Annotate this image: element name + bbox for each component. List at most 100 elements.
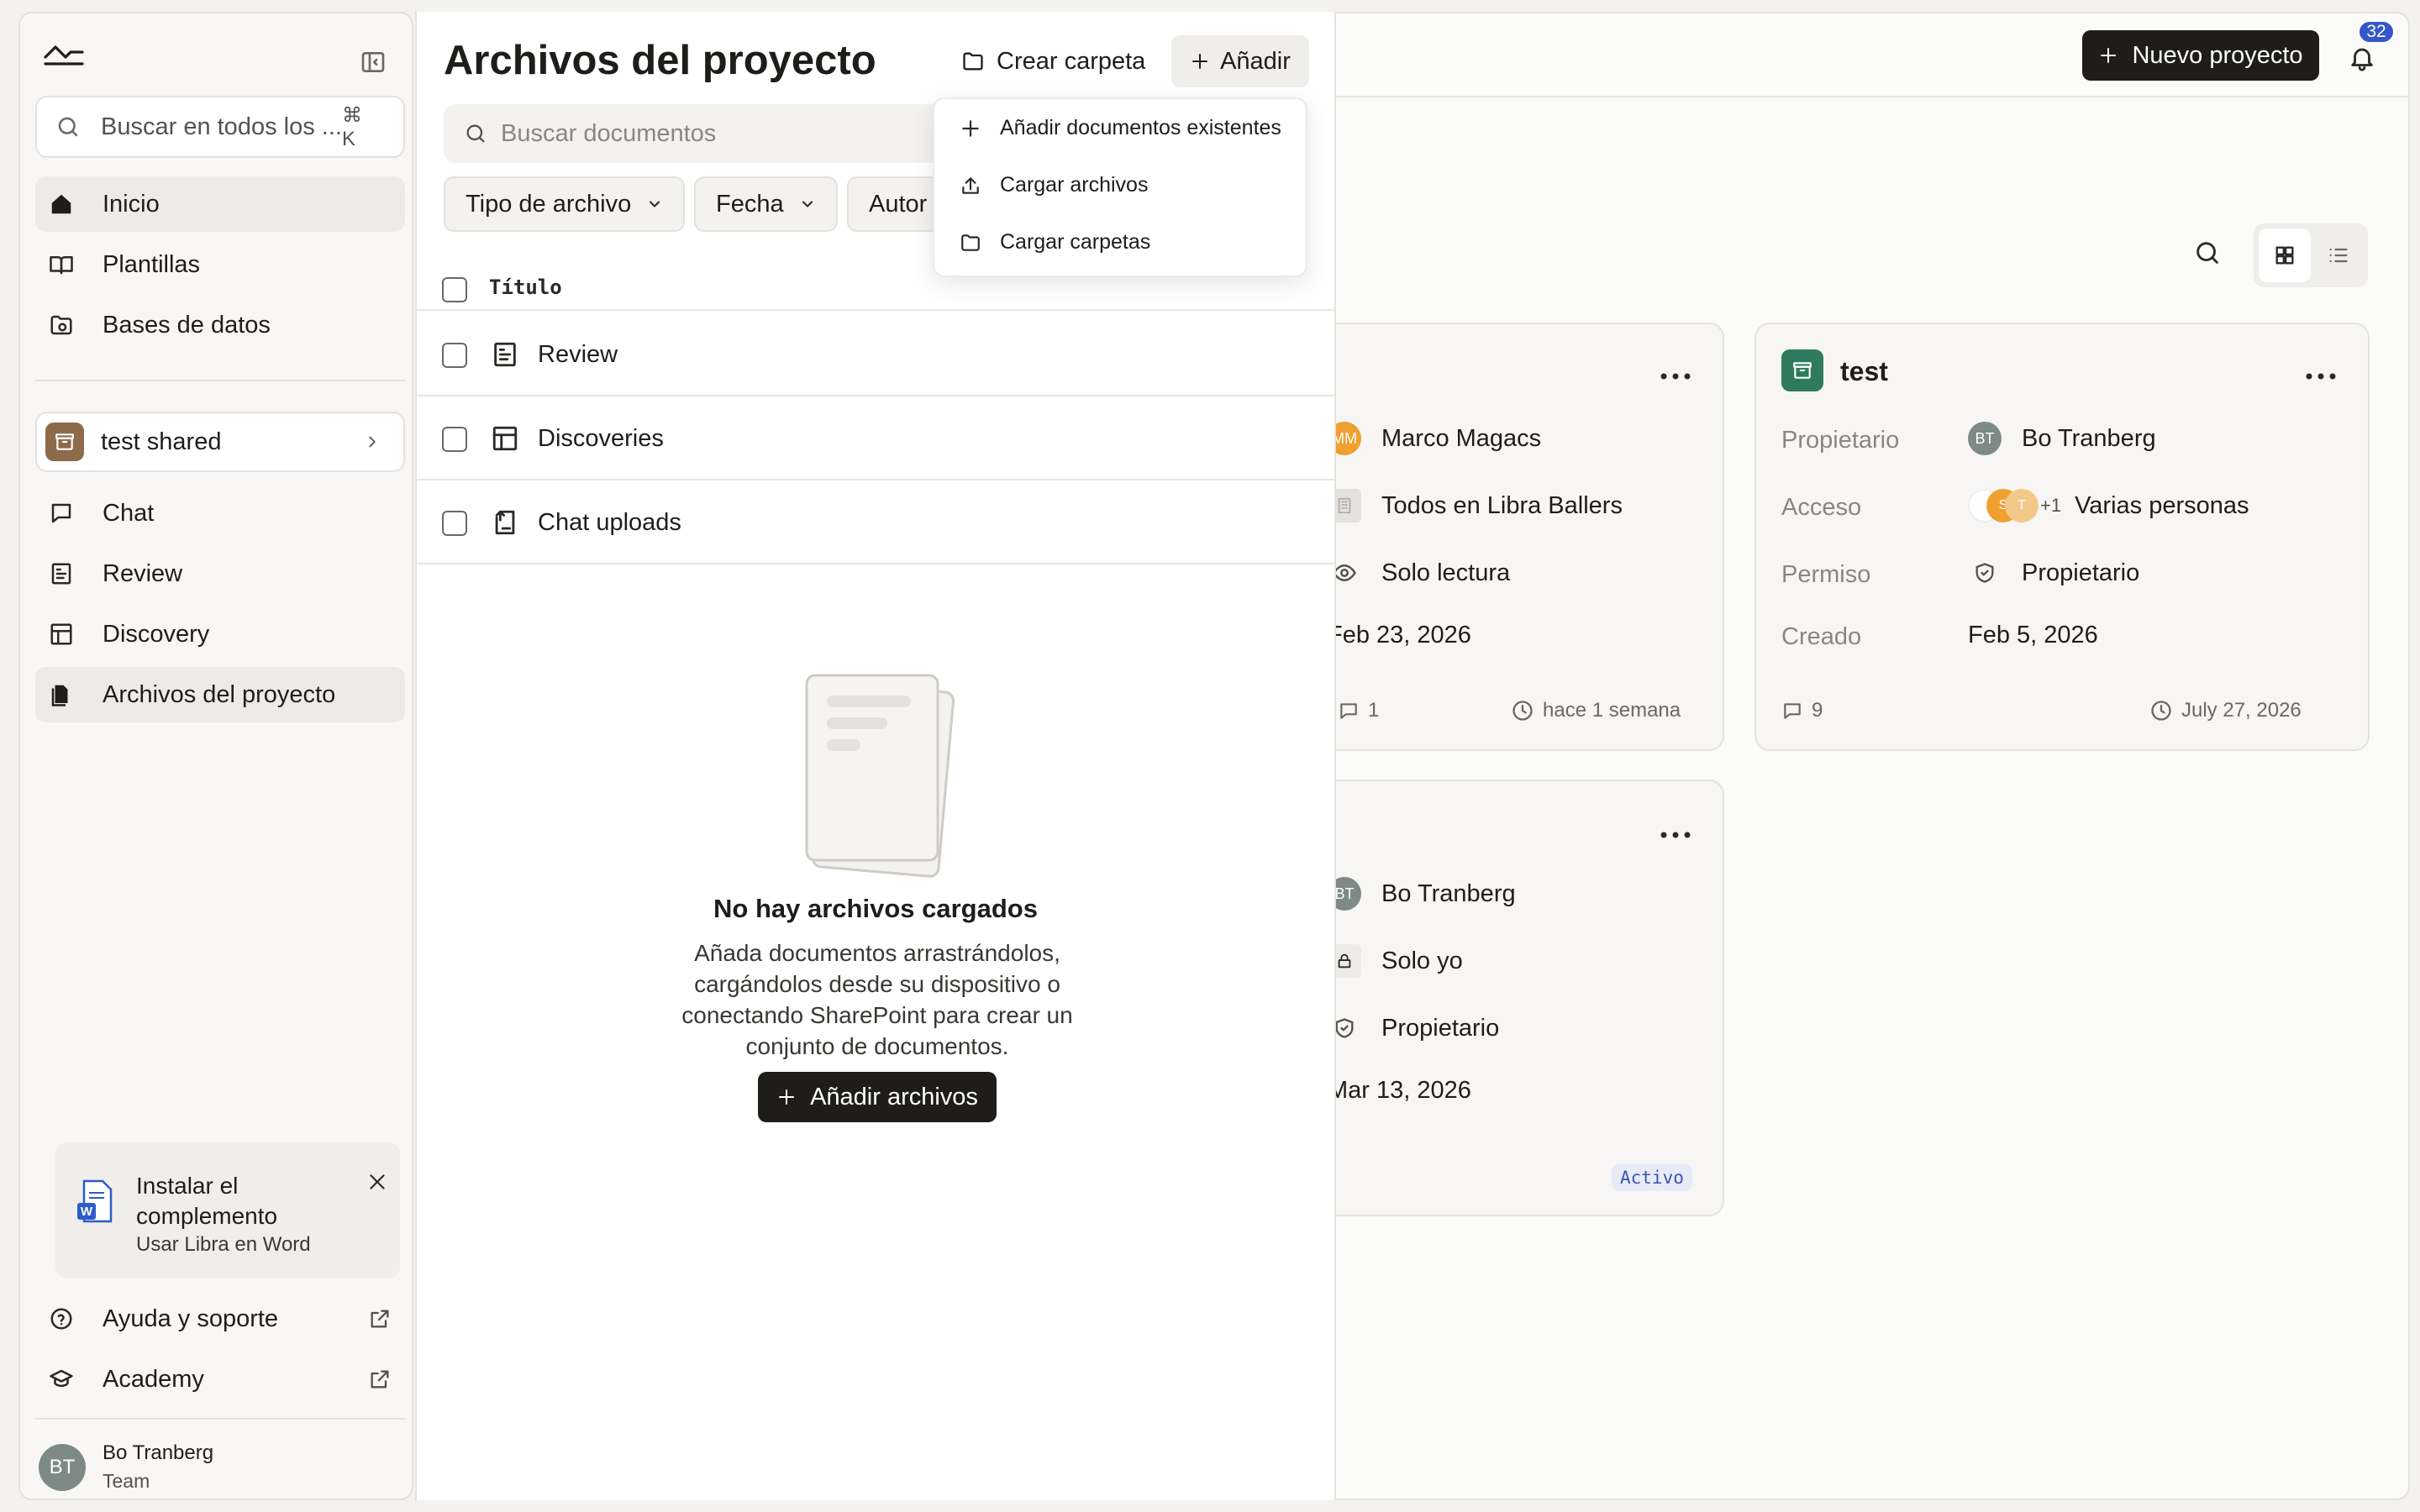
sidebar-item-label: Inicio — [103, 190, 160, 218]
global-search-input[interactable]: Buscar en todos los ... ⌘ K — [35, 96, 405, 158]
search-icon[interactable] — [2193, 239, 2222, 267]
created-row: Feb 23, 2026 — [1328, 622, 1471, 649]
list-view-icon[interactable] — [2312, 228, 2365, 282]
help-support-link[interactable]: Ayuda y soporte — [35, 1294, 405, 1344]
new-project-button[interactable]: Nuevo proyecto — [2082, 30, 2319, 81]
project-card-title: test — [1840, 356, 1888, 386]
avatar: T — [2005, 489, 2039, 522]
chevron-down-icon — [802, 201, 813, 207]
table-row[interactable]: Review — [417, 312, 1334, 396]
page-title: Archivos del proyecto — [444, 38, 876, 83]
owner-name: Marco Magacs — [1381, 424, 1542, 452]
sidebar-item-label: Chat — [103, 499, 155, 527]
help-support-label: Ayuda y soporte — [103, 1305, 279, 1332]
access-row: Solo yo — [1328, 944, 1463, 978]
bell-icon[interactable] — [2348, 44, 2376, 72]
updated-time: July 27, 2026 — [2149, 699, 2302, 722]
install-addin-card[interactable]: W Instalar el complemento Usar Libra en … — [55, 1142, 400, 1278]
owner-name: Bo Tranberg — [1381, 879, 1516, 907]
filter-file-type[interactable]: Tipo de archivo — [444, 176, 686, 232]
addin-subtitle: Usar Libra en Word — [136, 1233, 311, 1256]
app-logo-icon[interactable] — [42, 39, 86, 72]
menu-item-add-existing-documents[interactable]: Añadir documentos existentes — [960, 116, 1281, 140]
filter-date[interactable]: Fecha — [694, 176, 838, 232]
created-value: Mar 13, 2026 — [1328, 1077, 1471, 1104]
sidebar-item-review[interactable]: Review — [35, 546, 405, 601]
archive-box-icon — [45, 423, 84, 461]
add-dropdown-menu: Añadir documentos existentes Cargar arch… — [933, 97, 1307, 277]
extra-members-count: +1 — [2040, 495, 2062, 516]
create-folder-button[interactable]: Crear carpeta — [953, 35, 1154, 87]
sidebar-item-inicio[interactable]: Inicio — [35, 176, 405, 232]
comment-count-value: 9 — [1812, 699, 1823, 722]
upload-icon — [962, 176, 979, 194]
created-row: Mar 13, 2026 — [1328, 1077, 1471, 1105]
owner-row: MM Marco Magacs — [1328, 422, 1541, 455]
row-checkbox[interactable] — [442, 427, 467, 452]
access-value: Todos en Libra Ballers — [1381, 491, 1623, 519]
sidebar-item-bases-de-datos[interactable]: Bases de datos — [35, 297, 405, 353]
sidebar-item-plantillas[interactable]: Plantillas — [35, 237, 405, 292]
sidebar-item-archivos-del-proyecto[interactable]: Archivos del proyecto — [35, 667, 405, 722]
owner-label: Propietario — [1781, 427, 1900, 454]
project-card[interactable]: test Propietario Acceso Permiso Creado B… — [1754, 323, 2370, 751]
chat-icon — [49, 501, 74, 526]
sidebar-item-chat[interactable]: Chat — [35, 486, 405, 541]
column-header-title: Título — [489, 276, 562, 299]
access-value: Solo yo — [1381, 947, 1463, 974]
filter-label: Tipo de archivo — [466, 190, 632, 218]
row-checkbox[interactable] — [442, 511, 467, 536]
row-checkbox[interactable] — [442, 343, 467, 368]
review-doc-icon — [49, 561, 74, 586]
permission-row: Solo lectura — [1328, 556, 1510, 590]
avatar: BT — [39, 1443, 86, 1491]
sidebar-item-label: Review — [103, 559, 183, 587]
comment-count: 9 — [1781, 699, 1823, 722]
review-doc-icon — [491, 339, 519, 370]
plus-icon — [1192, 54, 1208, 69]
table-row[interactable]: Chat uploads — [417, 480, 1334, 564]
folder-icon — [963, 52, 983, 71]
add-button[interactable]: Añadir — [1171, 35, 1309, 87]
chevron-right-icon — [363, 433, 381, 451]
comment-count-value: 1 — [1368, 699, 1380, 722]
svg-text:W: W — [81, 1205, 93, 1219]
more-options-icon[interactable] — [2304, 371, 2338, 381]
sidebar-item-label: Bases de datos — [103, 311, 271, 339]
more-options-icon[interactable] — [1659, 830, 1692, 840]
close-icon[interactable] — [366, 1171, 388, 1193]
view-toggle — [2254, 223, 2368, 287]
owner-name: Bo Tranberg — [2022, 424, 2156, 452]
permission-value: Propietario — [2022, 559, 2140, 586]
sidebar-item-discovery[interactable]: Discovery — [35, 606, 405, 662]
created-label: Creado — [1781, 623, 1862, 650]
filter-author[interactable]: Autor — [847, 176, 939, 232]
avatar: BT — [1968, 422, 2002, 455]
grid-view-icon[interactable] — [2259, 228, 2311, 282]
book-icon — [49, 252, 74, 277]
academy-link[interactable]: Academy — [35, 1354, 405, 1404]
user-profile[interactable]: BT Bo Tranberg Team — [39, 1441, 213, 1493]
user-team: Team — [103, 1470, 150, 1492]
empty-documents-illustration — [786, 662, 955, 880]
comment-icon — [1340, 703, 1357, 719]
select-all-checkbox[interactable] — [442, 277, 467, 302]
menu-item-upload-folders[interactable]: Cargar carpetas — [960, 230, 1150, 255]
more-options-icon[interactable] — [1659, 371, 1692, 381]
access-value: Varias personas — [2075, 491, 2249, 519]
new-project-label: Nuevo proyecto — [2132, 41, 2303, 69]
shield-icon — [1968, 556, 2002, 590]
created-value: Feb 23, 2026 — [1328, 622, 1471, 648]
sidebar-item-label: Discovery — [103, 620, 210, 648]
home-icon — [49, 192, 74, 217]
collapse-sidebar-icon[interactable] — [360, 49, 387, 76]
word-icon: W — [77, 1179, 113, 1223]
table-row[interactable]: Discoveries — [417, 396, 1334, 480]
sidebar-project-selector[interactable]: test shared — [35, 412, 405, 472]
updated-value: hace 1 semana — [1543, 699, 1681, 722]
plus-icon — [962, 119, 979, 137]
menu-item-upload-files[interactable]: Cargar archivos — [960, 173, 1148, 197]
add-files-button[interactable]: Añadir archivos — [758, 1072, 997, 1122]
filter-label: Fecha — [716, 190, 784, 218]
add-files-label: Añadir archivos — [810, 1083, 978, 1110]
